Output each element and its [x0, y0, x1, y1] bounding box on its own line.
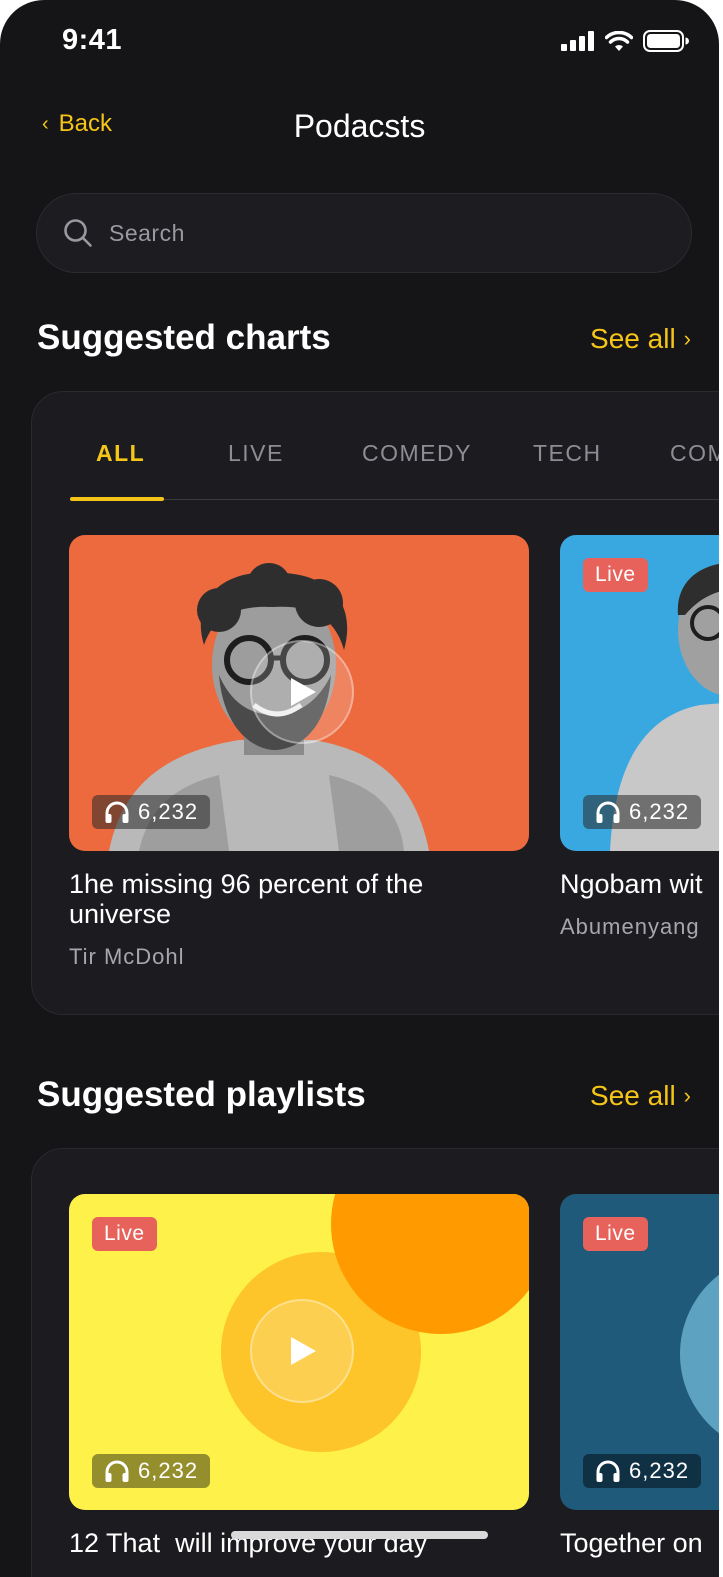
chart-card[interactable]: Live 6,232 Ngobam wit Abumenyang [560, 535, 719, 975]
play-button[interactable] [250, 1299, 354, 1403]
card-title: Ngobam wit [560, 869, 703, 899]
listen-count: 6,232 [583, 1454, 702, 1488]
listen-count-value: 6,232 [629, 1458, 690, 1483]
play-button[interactable] [250, 640, 354, 744]
chevron-right-icon: › [683, 326, 691, 351]
card-author: Abumenyang [560, 914, 700, 939]
listen-count-value: 6,232 [138, 799, 199, 824]
home-indicator[interactable] [231, 1531, 488, 1539]
tab-comedy-2[interactable]: COM [670, 440, 719, 467]
suggested-playlists-title: Suggested playlists [37, 1075, 366, 1114]
listen-count-value: 6,232 [629, 799, 690, 824]
listen-count: 6,232 [583, 795, 702, 829]
signal-icon [561, 31, 594, 51]
wifi-icon [605, 30, 633, 51]
play-icon [291, 1337, 316, 1365]
chart-card[interactable]: 6,232 1he missing 96 percent of the univ… [69, 535, 529, 975]
tab-tech[interactable]: TECH [533, 440, 602, 467]
playlist-card[interactable]: Live 6,232 Together on [560, 1194, 719, 1577]
tab-comedy[interactable]: COMEDY [362, 440, 472, 467]
headphones-icon [596, 1460, 620, 1482]
live-badge: Live [583, 1217, 648, 1251]
status-time: 9:41 [62, 24, 123, 56]
card-author: Tir McDohl [69, 944, 185, 969]
headphones-icon [105, 1460, 129, 1482]
playlists-panel: Live 6,232 12 That will improve your day… [31, 1148, 719, 1577]
tab-live[interactable]: LIVE [228, 440, 284, 467]
phone-screen: 9:41 ‹ Back Podacsts Suggeste [0, 0, 719, 1577]
playlist-cover: Live 6,232 [560, 1194, 719, 1510]
playlists-see-all-button[interactable]: See all › [590, 1080, 691, 1112]
suggested-charts-title: Suggested charts [37, 318, 331, 357]
see-all-label: See all [590, 323, 676, 354]
search-bar[interactable] [36, 193, 692, 273]
status-icons [561, 30, 689, 52]
tab-all[interactable]: ALL [96, 440, 145, 467]
listen-count: 6,232 [92, 1454, 211, 1488]
listen-count-value: 6,232 [138, 1458, 199, 1483]
battery-icon [643, 30, 689, 52]
see-all-label: See all [590, 1080, 676, 1111]
charts-panel: ALL LIVE COMEDY TECH COM 6,232 1he missi… [31, 391, 719, 1015]
active-tab-indicator [70, 497, 164, 501]
live-badge: Live [92, 1217, 157, 1251]
search-input[interactable] [107, 218, 611, 248]
tabs-divider [70, 499, 719, 500]
podcast-cover: Live 6,232 [560, 535, 719, 851]
playlist-cover: Live 6,232 [69, 1194, 529, 1510]
card-title: Together on [560, 1528, 703, 1558]
play-icon [291, 678, 316, 706]
category-tabs: ALL LIVE COMEDY TECH COM [32, 392, 719, 501]
headphones-icon [596, 801, 620, 823]
headphones-icon [105, 801, 129, 823]
podcast-cover: 6,232 [69, 535, 529, 851]
charts-see-all-button[interactable]: See all › [590, 323, 691, 355]
search-icon [64, 219, 92, 247]
listen-count: 6,232 [92, 795, 211, 829]
card-title: 1he missing 96 percent of the universe [69, 869, 424, 929]
chevron-right-icon: › [683, 1083, 691, 1108]
playlist-card[interactable]: Live 6,232 12 That will improve your day [69, 1194, 529, 1577]
live-badge: Live [583, 558, 648, 592]
page-title: Podacsts [293, 108, 426, 144]
